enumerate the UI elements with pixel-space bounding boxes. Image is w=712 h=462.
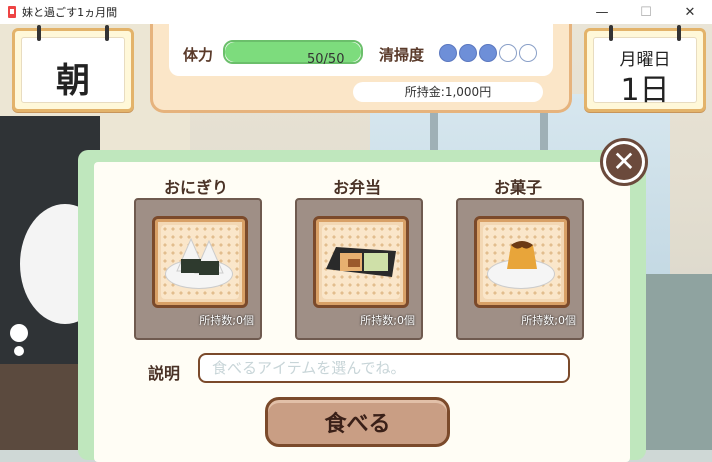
bento-icon	[326, 247, 396, 277]
item-slot-onigiri[interactable]: 所持数;0個	[134, 198, 262, 340]
thought-bubble-small	[10, 324, 28, 342]
minimize-button[interactable]: —	[580, 0, 624, 24]
cleanliness-dot	[519, 44, 537, 62]
cleanliness-dot	[439, 44, 457, 62]
item-name-bento: お弁当	[332, 178, 381, 197]
time-of-day-label: 朝	[56, 61, 90, 101]
hp-value: 50/50	[307, 52, 345, 67]
item-frame	[152, 216, 248, 308]
cleanliness-dot	[459, 44, 477, 62]
pudding-icon	[507, 241, 537, 269]
item-count: 所持数;0個	[199, 314, 254, 327]
maximize-button[interactable]: ☐	[624, 0, 668, 24]
cleanliness-dot	[479, 44, 497, 62]
item-frame	[474, 216, 570, 308]
time-of-day-card: 朝	[12, 25, 134, 112]
item-name-sweets: お菓子	[493, 178, 542, 197]
calendar-ring	[677, 25, 681, 41]
calendar-ring	[609, 25, 613, 41]
item-slot-sweets[interactable]: 所持数;0個	[456, 198, 584, 340]
close-dialog-button[interactable]: ✕	[600, 138, 648, 186]
item-frame	[313, 216, 409, 308]
status-panel: 体力 50/50 清掃度 所持金:1,000円	[150, 24, 572, 113]
close-window-button[interactable]: ✕	[668, 0, 712, 24]
cleanliness-label: 清掃度	[379, 46, 425, 64]
window-controls: — ☐ ✕	[580, 0, 712, 24]
thought-bubble-tiny	[14, 346, 24, 356]
calendar-ring	[105, 25, 109, 41]
hp-label: 体力	[183, 46, 214, 64]
window-title: 妹と過ごす1ヵ月間	[22, 6, 118, 19]
item-name-onigiri: おにぎり	[163, 178, 228, 197]
onigiri-icon	[176, 237, 224, 275]
cleanliness-meter	[439, 44, 537, 62]
item-count: 所持数;0個	[521, 314, 576, 327]
close-icon: ✕	[606, 144, 642, 180]
description-field: 食べるアイテムを選んでね。	[198, 353, 570, 383]
window-titlebar: 妹と過ごす1ヵ月間 — ☐ ✕	[0, 0, 712, 24]
day-label: 1日	[620, 73, 670, 108]
eat-button[interactable]: 食べる	[265, 397, 450, 447]
calendar-ring	[37, 25, 41, 41]
item-slot-bento[interactable]: 所持数;0個	[295, 198, 423, 340]
app-icon	[6, 6, 18, 18]
description-label: 説明	[148, 364, 181, 383]
cleanliness-dot	[499, 44, 517, 62]
item-count: 所持数;0個	[360, 314, 415, 327]
date-card: 月曜日 1日	[584, 25, 706, 112]
money-display: 所持金:1,000円	[353, 82, 543, 102]
